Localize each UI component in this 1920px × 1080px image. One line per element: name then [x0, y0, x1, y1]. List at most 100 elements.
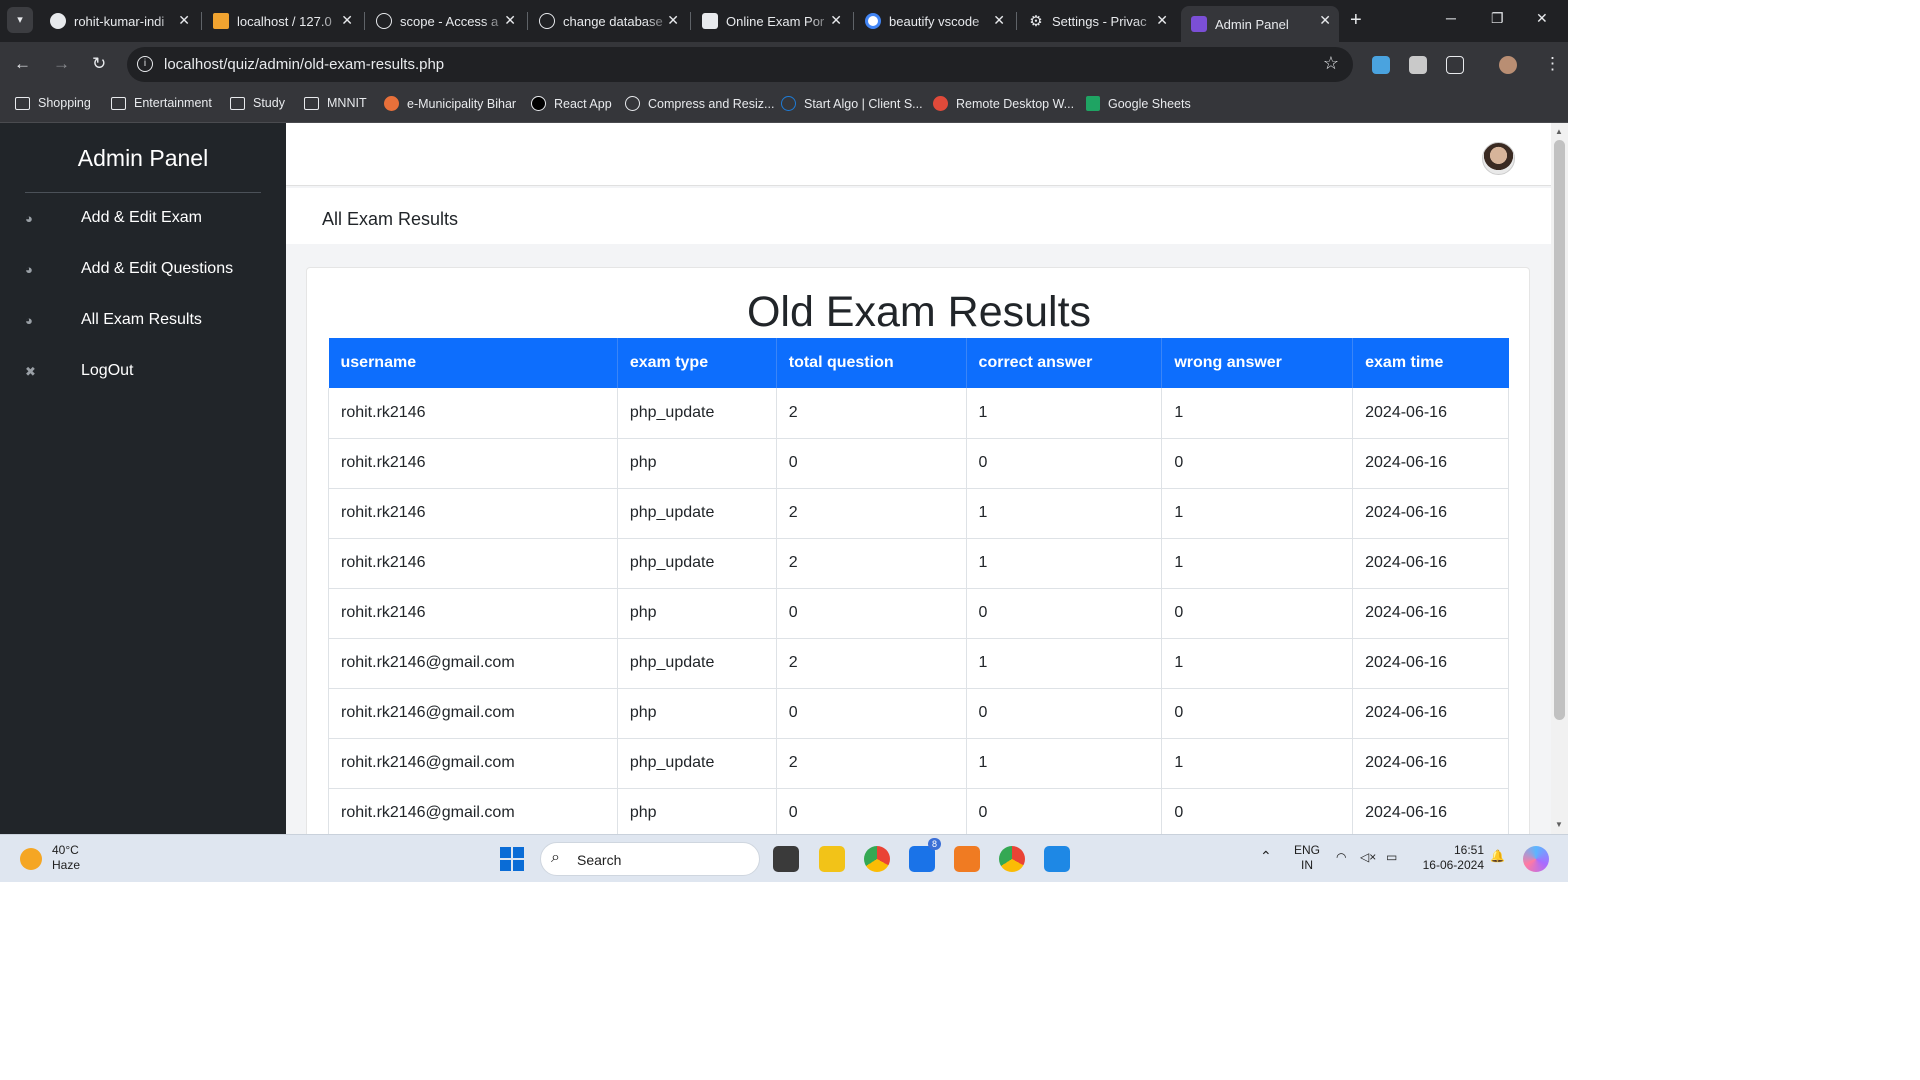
cell-exam-time: 2024-06-16: [1352, 738, 1509, 789]
cell-wrong-answer: 1: [1161, 738, 1354, 789]
tab-search-chevron-icon[interactable]: ▾: [7, 7, 33, 33]
site-info-icon[interactable]: i: [137, 56, 153, 72]
close-tab-icon[interactable]: ✕: [341, 12, 353, 29]
reload-icon[interactable]: ↻: [92, 54, 106, 74]
cell-wrong-answer: 0: [1161, 438, 1354, 489]
tab-admin-panel[interactable]: Admin Panel ✕: [1181, 6, 1339, 42]
xampp-icon[interactable]: [954, 846, 980, 872]
cell-exam-time: 2024-06-16: [1352, 388, 1509, 439]
cell-exam-type: php_update: [617, 538, 777, 589]
menu-dots-icon[interactable]: ⋮: [1544, 54, 1561, 74]
card-title: Old Exam Results: [746, 288, 1092, 336]
close-tab-icon[interactable]: ✕: [667, 12, 679, 29]
close-icon: ✖: [25, 364, 36, 379]
profile-avatar-icon[interactable]: [1499, 56, 1517, 74]
tab-beautify[interactable]: beautify vscode ✕: [855, 6, 1013, 36]
close-tab-icon[interactable]: ✕: [830, 12, 842, 29]
dashboard-icon: ◕: [25, 211, 33, 226]
close-tab-icon[interactable]: ✕: [504, 12, 516, 29]
bookmark-label: Compress and Resiz...: [648, 96, 775, 111]
bookmark-study[interactable]: Study: [230, 96, 285, 110]
bookmark-start-algo[interactable]: Start Algo | Client S...: [781, 96, 923, 111]
extension-icon[interactable]: [1372, 56, 1390, 74]
tab-settings[interactable]: ⚙ Settings - Privac ✕: [1018, 6, 1176, 36]
mail-badge: 8: [927, 838, 941, 850]
clock[interactable]: 16:51 16-06-2024: [1418, 843, 1484, 873]
cell-correct-answer: 1: [966, 388, 1163, 439]
notification-bell-icon[interactable]: 🔔: [1490, 849, 1505, 864]
bookmark-entertainment[interactable]: Entertainment: [111, 96, 212, 110]
file-explorer-icon[interactable]: [819, 846, 845, 872]
cell-username: rohit.rk2146@gmail.com: [328, 638, 618, 689]
sidebar-item-add-edit-exam[interactable]: ◕ Add & Edit Exam: [0, 202, 286, 236]
bookmark-react-app[interactable]: React App: [531, 96, 612, 111]
tab-change-database[interactable]: change database ✕: [529, 6, 687, 36]
volume-muted-icon[interactable]: ◁×: [1360, 850, 1376, 865]
scroll-thumb[interactable]: [1554, 140, 1565, 720]
chrome-profile-icon[interactable]: [999, 846, 1025, 872]
sidebar-item-logout[interactable]: ✖ LogOut: [0, 355, 286, 389]
copilot-icon[interactable]: [1523, 846, 1549, 872]
bookmark-e-municipality[interactable]: e-Municipality Bihar: [384, 96, 516, 111]
cell-total-question: 2: [776, 738, 967, 789]
avatar[interactable]: [1482, 142, 1515, 175]
cell-exam-time: 2024-06-16: [1352, 438, 1509, 489]
sidebar-item-all-exam-results[interactable]: ◕ All Exam Results: [0, 304, 286, 338]
chatgpt-icon: [376, 13, 392, 29]
bookmark-mnnit[interactable]: MNNIT: [304, 96, 367, 110]
tab-localhost[interactable]: localhost / 127.0 ✕: [203, 6, 361, 36]
page-scrollbar[interactable]: ▲ ▼: [1551, 123, 1568, 834]
back-icon[interactable]: ←: [14, 54, 31, 74]
weather-widget[interactable]: 40°C Haze: [20, 843, 80, 873]
show-hidden-icons-chevron-icon[interactable]: ⌃: [1260, 849, 1272, 864]
cell-username: rohit.rk2146@gmail.com: [328, 688, 618, 739]
cell-exam-type: php: [617, 688, 777, 739]
page-title: All Exam Results: [322, 209, 459, 229]
battery-icon[interactable]: ▭: [1386, 850, 1397, 865]
cell-total-question: 0: [776, 588, 967, 639]
bookmark-remote-desktop[interactable]: Remote Desktop W...: [933, 96, 1074, 111]
new-tab-icon[interactable]: +: [1350, 9, 1362, 32]
cell-total-question: 2: [776, 388, 967, 439]
table-row: rohit.rk2146@gmail.com php 0 0 0 2024-06…: [328, 688, 1509, 739]
restore-icon[interactable]: ❐: [1491, 10, 1504, 27]
taskbar: 40°C Haze ⌕ Search 8 ⌃ ENG IN ◠ ◁× ▭ 16:…: [0, 834, 1568, 882]
search-icon: ⌕: [551, 849, 560, 866]
chrome-icon[interactable]: [864, 846, 890, 872]
scroll-up-icon[interactable]: ▲: [1555, 127, 1563, 136]
extension-cube-icon[interactable]: [1409, 56, 1427, 74]
sidebar-item-add-edit-questions[interactable]: ◕ Add & Edit Questions: [0, 253, 286, 287]
vscode-icon[interactable]: [1044, 846, 1070, 872]
close-tab-icon[interactable]: ✕: [1156, 12, 1168, 29]
task-view-icon[interactable]: [773, 846, 799, 872]
windows-start-icon[interactable]: [500, 847, 524, 871]
address-bar[interactable]: i localhost/quiz/admin/old-exam-results.…: [127, 47, 1353, 82]
language-indicator[interactable]: ENG IN: [1294, 843, 1320, 873]
close-tab-icon[interactable]: ✕: [993, 12, 1005, 29]
municipality-icon: [384, 96, 399, 111]
tab-github[interactable]: rohit-kumar-indi ✕: [40, 6, 198, 36]
cell-exam-type: php_update: [617, 638, 777, 689]
remote-desktop-icon: [933, 96, 948, 111]
taskbar-search[interactable]: ⌕ Search: [540, 842, 760, 876]
scroll-down-icon[interactable]: ▼: [1555, 820, 1563, 829]
folder-icon: [304, 96, 319, 110]
bookmark-compress[interactable]: Compress and Resiz...: [625, 96, 774, 111]
cell-exam-type: php_update: [617, 488, 777, 539]
bookmark-shopping[interactable]: Shopping: [15, 96, 91, 110]
tab-scope[interactable]: scope - Access a ✕: [366, 6, 524, 36]
extensions-puzzle-icon[interactable]: [1446, 56, 1464, 74]
folder-icon: [15, 96, 30, 110]
cell-username: rohit.rk2146: [328, 588, 618, 639]
bookmark-google-sheets[interactable]: Google Sheets: [1086, 96, 1191, 111]
browser-toolbar: ← → ↻ i localhost/quiz/admin/old-exam-re…: [0, 42, 1568, 88]
close-tab-icon[interactable]: ✕: [178, 12, 190, 29]
close-window-icon[interactable]: ✕: [1536, 10, 1548, 27]
tab-online-exam[interactable]: Online Exam Por ✕: [692, 6, 850, 36]
wifi-icon[interactable]: ◠: [1336, 850, 1346, 865]
close-tab-icon[interactable]: ✕: [1319, 12, 1331, 29]
bookmark-star-icon[interactable]: ☆: [1323, 53, 1339, 74]
forward-icon[interactable]: →: [53, 54, 70, 74]
minimize-icon[interactable]: ─: [1446, 10, 1456, 26]
mail-icon[interactable]: 8: [909, 838, 941, 872]
